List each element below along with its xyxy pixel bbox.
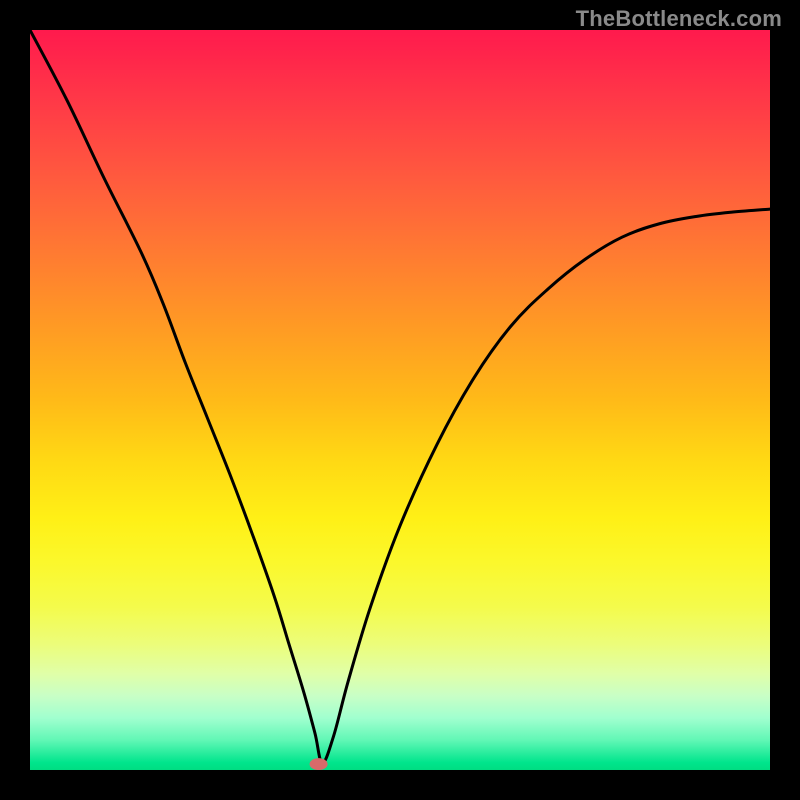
bottleneck-curve [30,30,770,763]
chart-frame: TheBottleneck.com [0,0,800,800]
plot-area [30,30,770,770]
watermark-label: TheBottleneck.com [576,6,782,32]
minimum-marker [310,758,328,770]
curve-svg [30,30,770,770]
